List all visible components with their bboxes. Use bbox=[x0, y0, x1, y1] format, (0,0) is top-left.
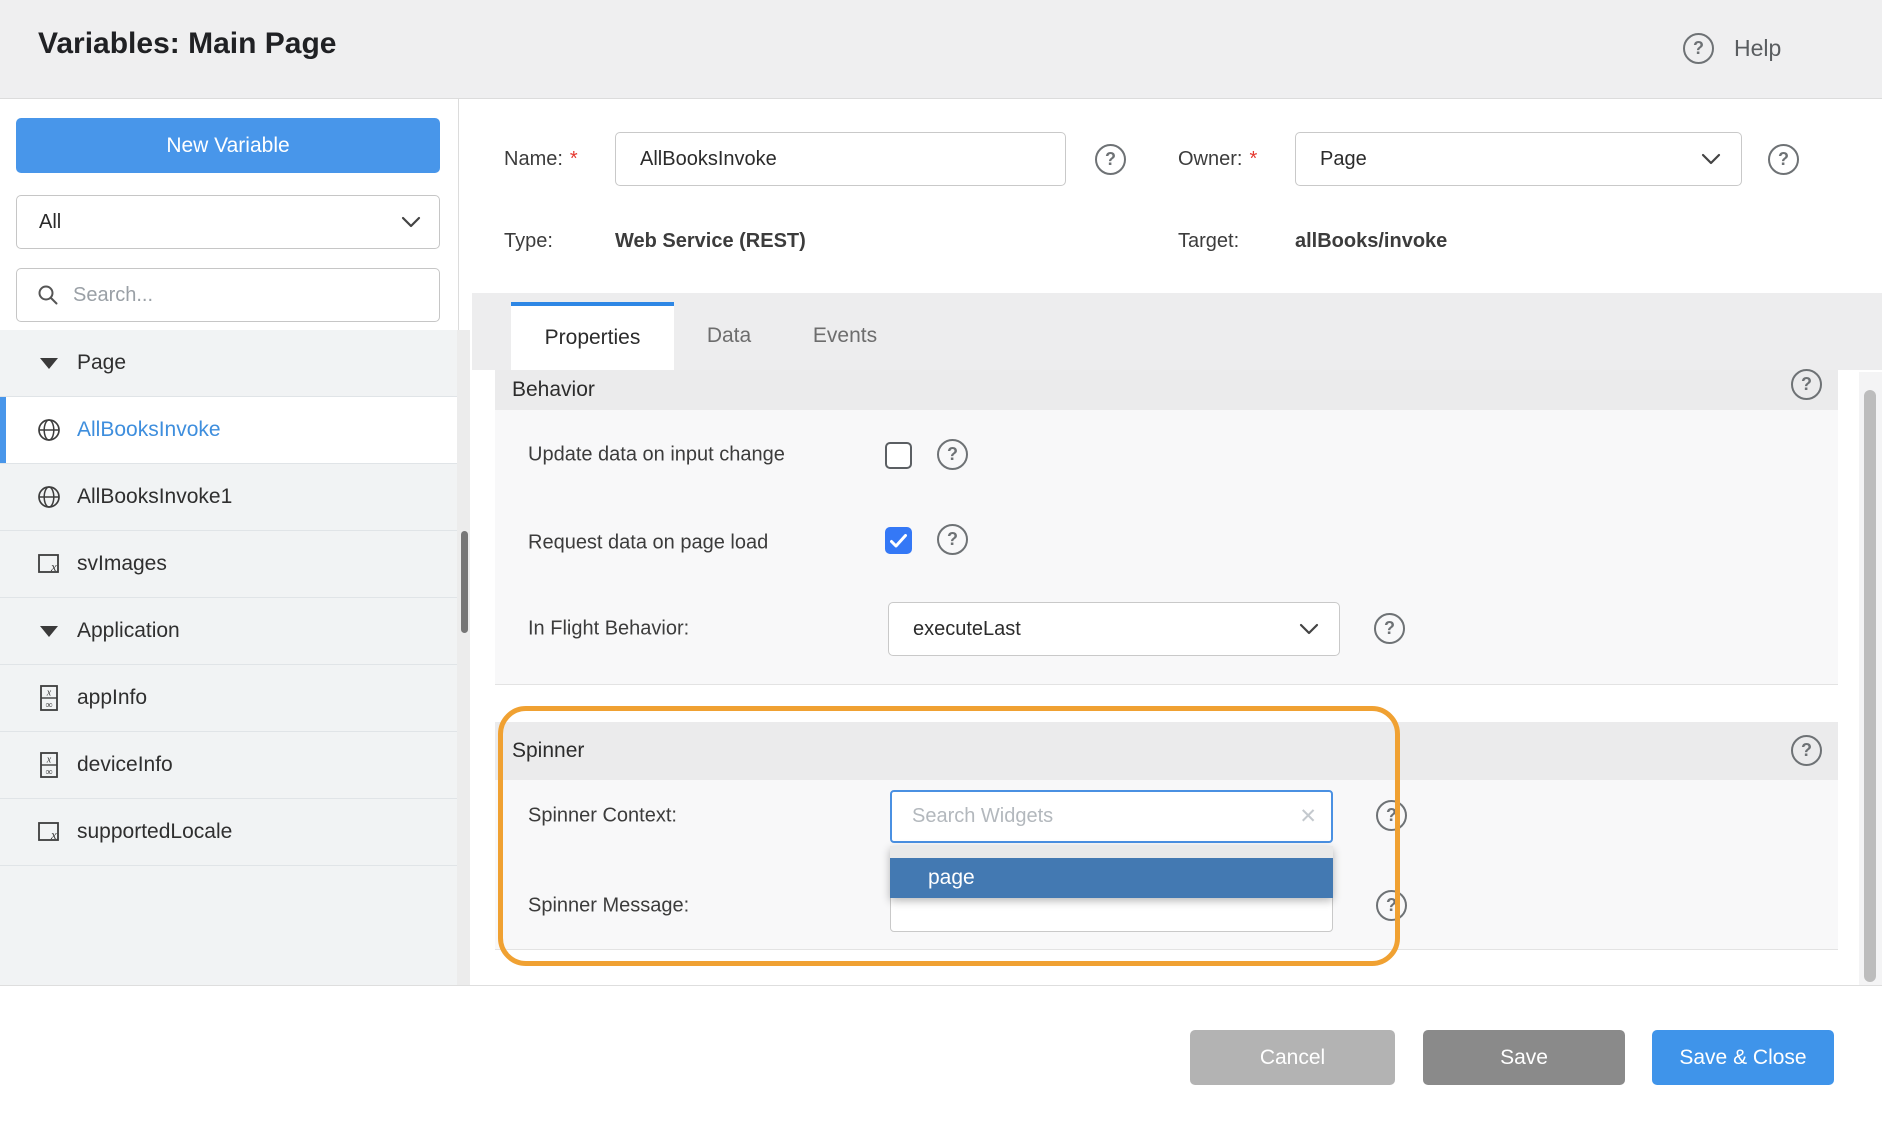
in-flight-label: In Flight Behavior: bbox=[528, 618, 689, 641]
clear-icon[interactable]: ✕ bbox=[1299, 804, 1317, 829]
tab-properties[interactable]: Properties bbox=[511, 302, 674, 370]
tree-item-supportedlocale[interactable]: x supportedLocale bbox=[0, 799, 457, 866]
selected-indicator bbox=[0, 397, 6, 463]
web-service-icon bbox=[36, 484, 62, 510]
svg-text:∞: ∞ bbox=[45, 767, 52, 778]
footer-divider bbox=[0, 985, 1882, 986]
spinner-help-icon[interactable]: ? bbox=[1791, 735, 1822, 766]
dropdown-option-page[interactable]: page bbox=[890, 858, 1333, 898]
required-asterisk: * bbox=[1249, 148, 1257, 171]
save-close-button[interactable]: Save & Close bbox=[1652, 1030, 1834, 1085]
behavior-section-body: Update data on input change ? Request da… bbox=[495, 410, 1838, 685]
help-label: Help bbox=[1734, 35, 1781, 62]
chevron-down-icon bbox=[1701, 153, 1721, 165]
type-label: Type: bbox=[504, 230, 553, 253]
search-icon bbox=[37, 284, 59, 306]
target-label: Target: bbox=[1178, 230, 1239, 253]
owner-select[interactable]: Page bbox=[1295, 132, 1742, 186]
sidebar-scrollbar-thumb[interactable] bbox=[461, 531, 468, 633]
owner-label: Owner:* bbox=[1178, 148, 1257, 171]
behavior-section-header: Behavior bbox=[495, 370, 1838, 410]
tree-group-application[interactable]: Application bbox=[0, 598, 457, 665]
chevron-down-icon bbox=[1299, 623, 1319, 635]
list-variable-icon: x bbox=[36, 551, 62, 577]
dropdown-top-sliver bbox=[890, 846, 1333, 858]
in-flight-help-icon[interactable]: ? bbox=[1374, 613, 1405, 644]
tree-background bbox=[0, 866, 457, 985]
tab-events[interactable]: Events bbox=[784, 302, 906, 370]
name-help-icon[interactable]: ? bbox=[1095, 144, 1126, 175]
tree-item-allbooksinvoke1[interactable]: AllBooksInvoke1 bbox=[0, 464, 457, 531]
spinner-context-help-icon[interactable]: ? bbox=[1376, 800, 1407, 831]
object-variable-icon: x∞ bbox=[36, 751, 62, 779]
collapse-triangle-icon[interactable] bbox=[36, 358, 62, 369]
tree-item-appinfo[interactable]: x∞ appInfo bbox=[0, 665, 457, 732]
request-data-label: Request data on page load bbox=[528, 532, 768, 555]
cancel-button[interactable]: Cancel bbox=[1190, 1030, 1395, 1085]
owner-help-icon[interactable]: ? bbox=[1768, 144, 1799, 175]
spinner-section-header: Spinner bbox=[495, 722, 1838, 780]
type-value: Web Service (REST) bbox=[615, 230, 806, 253]
update-data-checkbox[interactable] bbox=[885, 442, 912, 469]
sidebar-divider bbox=[458, 99, 459, 330]
svg-text:x: x bbox=[46, 755, 52, 766]
tree-item-deviceinfo[interactable]: x∞ deviceInfo bbox=[0, 732, 457, 799]
name-label: Name:* bbox=[504, 148, 578, 171]
main-scrollbar-thumb[interactable] bbox=[1864, 390, 1876, 982]
name-input[interactable]: AllBooksInvoke bbox=[615, 132, 1066, 186]
update-data-label: Update data on input change bbox=[528, 444, 785, 467]
spinner-context-input[interactable]: Search Widgets ✕ bbox=[890, 790, 1333, 843]
sidebar-search[interactable]: Search... bbox=[16, 268, 440, 322]
variable-filter-select[interactable]: All bbox=[16, 195, 440, 249]
web-service-icon bbox=[36, 417, 62, 443]
svg-text:x: x bbox=[46, 688, 52, 699]
spinner-context-dropdown: page bbox=[890, 846, 1333, 898]
svg-text:∞: ∞ bbox=[45, 700, 52, 711]
behavior-help-icon[interactable]: ? bbox=[1791, 369, 1822, 400]
new-variable-button[interactable]: New Variable bbox=[16, 118, 440, 173]
spinner-section-body: Spinner Context: Search Widgets ✕ ? Spin… bbox=[495, 780, 1838, 950]
in-flight-select[interactable]: executeLast bbox=[888, 602, 1340, 656]
chevron-down-icon bbox=[401, 216, 421, 228]
spinner-message-label: Spinner Message: bbox=[528, 895, 689, 918]
tree-item-allbooksinvoke[interactable]: AllBooksInvoke bbox=[0, 397, 457, 464]
page-title: Variables: Main Page bbox=[38, 27, 336, 61]
svg-text:x: x bbox=[50, 827, 57, 842]
request-data-checkbox[interactable] bbox=[885, 527, 912, 554]
update-data-help-icon[interactable]: ? bbox=[937, 439, 968, 470]
required-asterisk: * bbox=[570, 148, 578, 171]
spinner-context-placeholder: Search Widgets bbox=[912, 805, 1299, 828]
variables-dialog: Variables: Main Page ? Help New Variable… bbox=[0, 0, 1882, 1124]
help-button[interactable]: ? Help bbox=[1683, 33, 1781, 64]
save-button[interactable]: Save bbox=[1423, 1030, 1625, 1085]
search-placeholder: Search... bbox=[73, 284, 153, 307]
collapse-triangle-icon[interactable] bbox=[36, 626, 62, 637]
object-variable-icon: x∞ bbox=[36, 684, 62, 712]
spinner-context-label: Spinner Context: bbox=[528, 805, 677, 828]
target-value: allBooks/invoke bbox=[1295, 230, 1447, 253]
request-data-help-icon[interactable]: ? bbox=[937, 524, 968, 555]
spinner-message-help-icon[interactable]: ? bbox=[1376, 890, 1407, 921]
help-icon: ? bbox=[1683, 33, 1714, 64]
tree-item-svimages[interactable]: x svImages bbox=[0, 531, 457, 598]
filter-value: All bbox=[39, 211, 61, 234]
tree-group-page[interactable]: Page bbox=[0, 330, 457, 397]
svg-text:x: x bbox=[50, 559, 57, 574]
tab-data[interactable]: Data bbox=[674, 302, 784, 370]
sidebar-scrollbar-track[interactable] bbox=[457, 330, 470, 985]
list-variable-icon: x bbox=[36, 819, 62, 845]
